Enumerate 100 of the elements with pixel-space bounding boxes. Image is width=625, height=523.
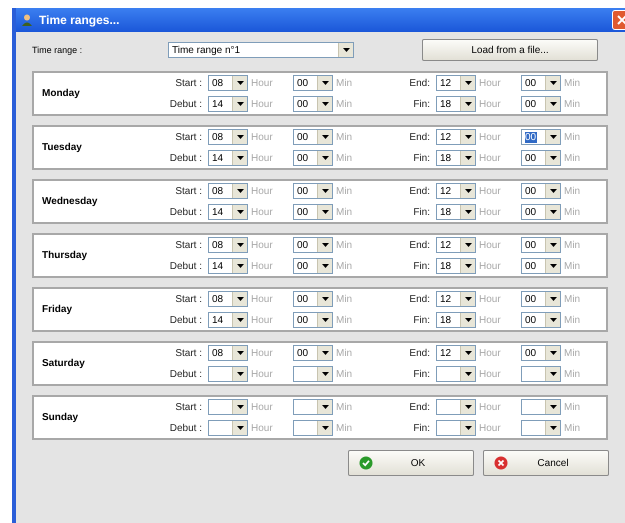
time-dropdown[interactable]: 18 [436, 96, 476, 112]
time-dropdown[interactable] [521, 399, 561, 415]
unit-label: Hour [250, 348, 274, 358]
field-label: Fin: [412, 152, 431, 164]
time-dropdown[interactable]: 08 [208, 345, 248, 361]
unit-label: Hour [250, 186, 274, 196]
field-label: End: [408, 294, 431, 304]
dropdown-arrow-icon [550, 102, 556, 106]
dropdown-arrow-icon [236, 135, 244, 139]
dropdown-arrow-icon [464, 351, 472, 355]
time-dropdown[interactable]: 14 [208, 96, 248, 112]
time-dropdown[interactable]: 00 [293, 291, 333, 307]
time-dropdown[interactable]: 18 [436, 150, 476, 166]
unit-label: Hour [250, 152, 274, 164]
load-from-file-button[interactable]: Load from a file... [422, 39, 598, 61]
dropdown-arrow-icon [464, 156, 472, 160]
time-dropdown[interactable] [208, 420, 248, 436]
time-dropdown[interactable]: 00 [521, 129, 561, 145]
time-dropdown[interactable]: 12 [436, 237, 476, 253]
dropdown-arrow-icon [322, 156, 328, 160]
time-dropdown[interactable]: 00 [293, 345, 333, 361]
time-dropdown[interactable]: 08 [208, 129, 248, 145]
time-dropdown[interactable]: 00 [521, 291, 561, 307]
time-dropdown[interactable]: 14 [208, 204, 248, 220]
unit-label: Hour [478, 348, 502, 358]
time-dropdown[interactable]: 00 [293, 312, 333, 328]
time-dropdown[interactable]: 00 [521, 75, 561, 91]
time-dropdown[interactable]: 14 [208, 150, 248, 166]
time-dropdown[interactable]: 18 [436, 258, 476, 274]
dropdown-arrow-icon [464, 102, 472, 106]
dropdown-arrow-icon [322, 318, 328, 322]
time-dropdown[interactable]: 12 [436, 183, 476, 199]
dropdown-arrow-icon [550, 264, 556, 268]
time-dropdown[interactable]: 00 [293, 183, 333, 199]
unit-label: Min [335, 402, 354, 412]
time-dropdown[interactable]: 12 [436, 75, 476, 91]
time-dropdown[interactable]: 00 [293, 204, 333, 220]
dropdown-arrow-icon [464, 189, 472, 193]
time-dropdown[interactable]: 18 [436, 312, 476, 328]
day-label: Thursday [41, 250, 88, 261]
time-dropdown[interactable]: 00 [521, 312, 561, 328]
unit-label: Min [563, 402, 582, 412]
dropdown-arrow-icon [322, 189, 328, 193]
time-dropdown[interactable]: 00 [521, 237, 561, 253]
dropdown-arrow-icon [464, 405, 472, 409]
unit-label: Min [335, 132, 354, 142]
person-icon [20, 13, 34, 27]
time-dropdown[interactable]: 00 [521, 183, 561, 199]
time-dropdown[interactable]: 00 [293, 150, 333, 166]
dropdown-arrow-icon [322, 102, 328, 106]
time-dropdown[interactable]: 00 [521, 96, 561, 112]
time-dropdown[interactable] [208, 399, 248, 415]
time-dropdown[interactable] [521, 420, 561, 436]
time-dropdown[interactable] [436, 366, 476, 382]
unit-label: Hour [250, 206, 274, 218]
dropdown-arrow-icon [342, 48, 350, 52]
time-dropdown[interactable] [208, 366, 248, 382]
cancel-button[interactable]: Cancel [483, 450, 609, 476]
dropdown-arrow-icon [464, 264, 472, 268]
time-dropdown[interactable]: 12 [436, 129, 476, 145]
unit-label: Min [335, 314, 354, 326]
ok-button[interactable]: OK [348, 450, 474, 476]
time-dropdown[interactable]: 00 [521, 345, 561, 361]
time-dropdown[interactable]: 00 [293, 258, 333, 274]
time-range-dropdown[interactable]: Time range n°1 [168, 42, 354, 58]
time-dropdown[interactable] [293, 420, 333, 436]
field-label: End: [408, 402, 431, 412]
time-dropdown[interactable]: 18 [436, 204, 476, 220]
time-dropdown[interactable]: 00 [293, 237, 333, 253]
time-dropdown[interactable]: 00 [521, 204, 561, 220]
time-dropdown[interactable]: 00 [293, 129, 333, 145]
time-dropdown[interactable] [436, 399, 476, 415]
unit-label: Min [335, 422, 354, 434]
time-dropdown[interactable] [293, 366, 333, 382]
time-dropdown[interactable]: 08 [208, 75, 248, 91]
dropdown-arrow-icon [550, 243, 556, 247]
unit-label: Hour [478, 294, 502, 304]
time-dropdown[interactable] [436, 420, 476, 436]
time-dropdown[interactable]: 00 [293, 75, 333, 91]
dropdown-arrow-icon [236, 372, 244, 376]
time-dropdown[interactable] [293, 399, 333, 415]
unit-label: Min [563, 152, 582, 164]
dropdown-arrow-icon [550, 210, 556, 214]
time-dropdown[interactable]: 00 [293, 96, 333, 112]
time-dropdown[interactable]: 14 [208, 258, 248, 274]
time-dropdown[interactable] [521, 366, 561, 382]
field-label: End: [408, 132, 431, 142]
dropdown-arrow-icon [236, 81, 244, 85]
unit-label: Min [335, 206, 354, 218]
time-dropdown[interactable]: 08 [208, 291, 248, 307]
unit-label: Hour [478, 314, 502, 326]
time-dropdown[interactable]: 12 [436, 291, 476, 307]
time-dropdown[interactable]: 12 [436, 345, 476, 361]
time-dropdown[interactable]: 14 [208, 312, 248, 328]
time-dropdown[interactable]: 00 [521, 258, 561, 274]
dropdown-arrow-icon [550, 405, 556, 409]
time-dropdown[interactable]: 08 [208, 237, 248, 253]
time-dropdown[interactable]: 08 [208, 183, 248, 199]
dropdown-arrow-icon [550, 297, 556, 301]
time-dropdown[interactable]: 00 [521, 150, 561, 166]
